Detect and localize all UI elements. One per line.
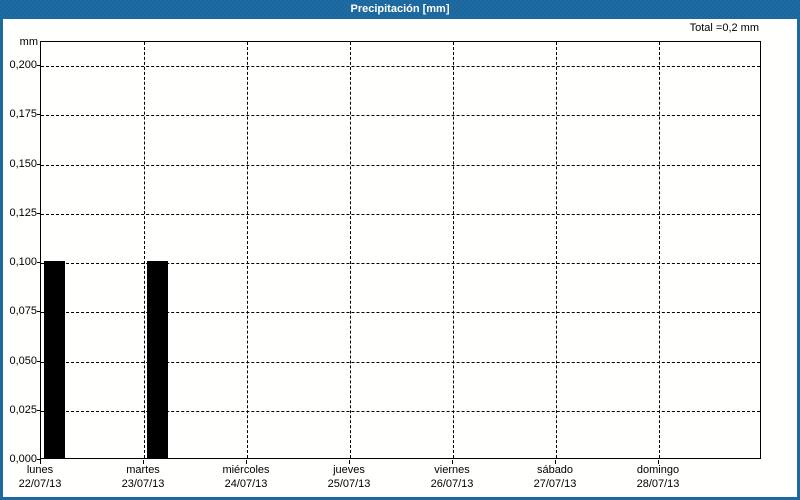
x-day-name: martes [126,464,160,476]
x-day-date: 23/07/13 [121,478,165,490]
x-category-label: miércoles 24/07/13 [191,463,301,491]
precipitation-bar [44,261,65,458]
y-tick-mark [37,262,41,263]
vertical-gridline [350,42,351,458]
x-category-label: viernes 26/07/13 [397,463,507,491]
x-day-name: miércoles [222,464,270,476]
total-value-label: Total =0,2 mm [689,22,759,34]
y-tick-label: 0,150 [9,157,37,170]
horizontal-gridline [41,66,760,67]
y-axis-unit-label: mm [19,36,38,48]
x-day-date: 24/07/13 [224,478,268,490]
vertical-gridline [144,42,145,458]
y-tick-mark [37,409,41,411]
x-category-label: jueves 25/07/13 [294,463,404,491]
y-tick-mark [37,360,41,362]
x-category-label: martes 23/07/13 [88,463,198,491]
horizontal-gridline [41,213,760,215]
horizontal-gridline [41,115,760,117]
y-tick-label: 0,200 [9,59,37,71]
x-day-name: domingo [636,464,680,476]
plot-area [40,41,761,459]
x-day-name: sábado [536,464,574,476]
chart-window: Precipitación [mm] Total =0,2 mm mm 0,20… [0,0,800,500]
horizontal-gridline [41,164,760,166]
x-day-date: 22/07/13 [18,478,62,490]
vertical-gridline [247,42,248,458]
x-day-name: lunes [26,464,54,476]
x-day-date: 28/07/13 [636,478,680,490]
vertical-gridline [556,42,557,458]
y-tick-label: 0,100 [9,256,37,268]
x-day-name: jueves [333,464,365,476]
y-tick-mark [37,311,41,313]
y-tick-mark [37,212,41,214]
x-category-label: sábado 27/07/13 [500,463,610,491]
vertical-gridline [453,42,454,458]
x-day-date: 27/07/13 [533,478,577,490]
precipitation-bar [147,261,168,458]
y-tick-label: 0,050 [9,354,37,367]
x-day-date: 26/07/13 [430,478,474,490]
y-tick-label: 0,025 [9,403,37,416]
y-tick-mark [37,163,41,165]
y-tick-label: 0,125 [9,206,37,219]
chart-title: Precipitación [mm] [350,3,450,15]
chart-content: Total =0,2 mm mm 0,200 0,175 0,150 0,125 0,1… [3,19,797,497]
vertical-gridline [659,42,660,458]
y-tick-label: 0,175 [9,108,37,121]
y-tick-label: 0,075 [9,305,37,318]
y-tick-mark [37,65,41,66]
x-day-name: viernes [434,464,470,476]
y-tick-mark [37,114,41,116]
x-category-label: lunes 22/07/13 [0,463,95,491]
x-category-label: domingo 28/07/13 [603,463,713,491]
x-day-date: 25/07/13 [327,478,371,490]
chart-title-bar: Precipitación [mm] [0,0,800,19]
